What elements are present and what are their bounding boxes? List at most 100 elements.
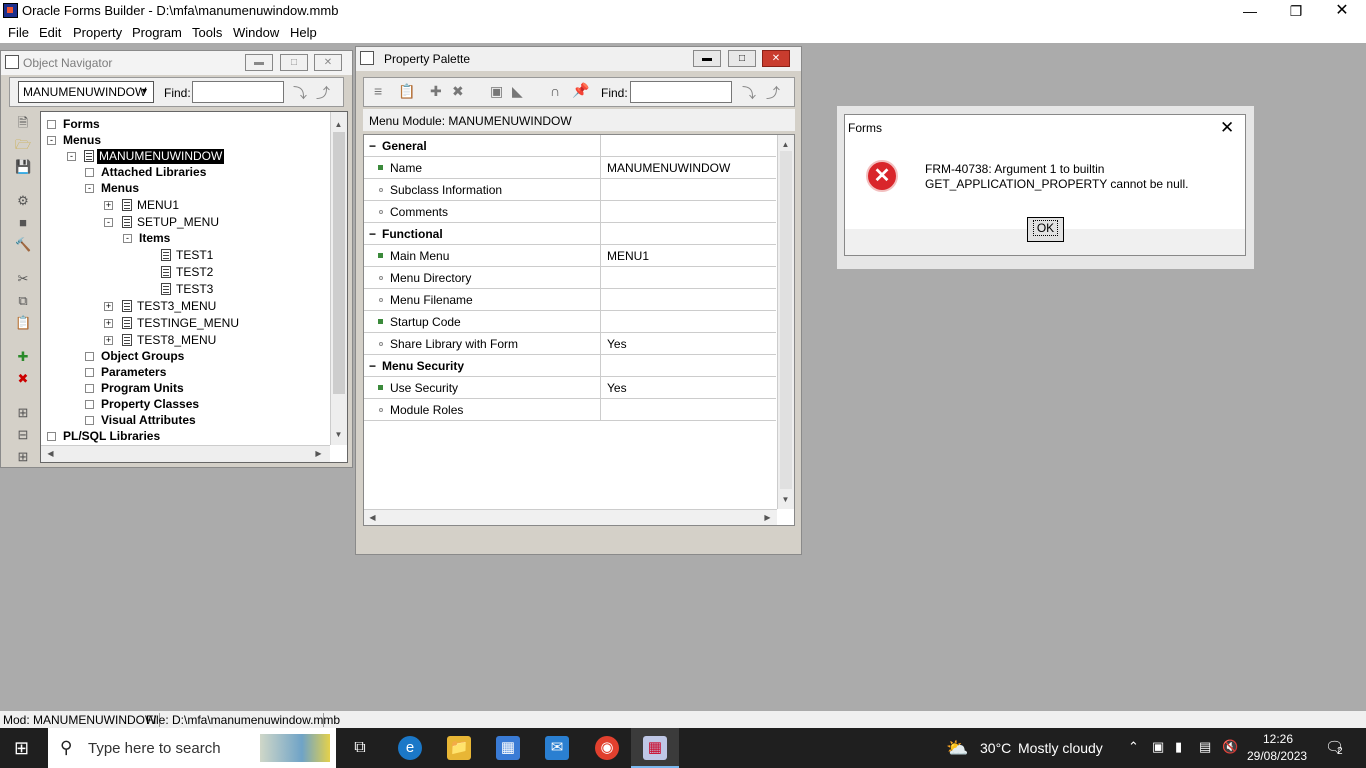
collapse-icon[interactable]: ⊟ [15, 427, 31, 443]
search-backward-icon[interactable]: ⤴ [766, 83, 780, 103]
navigator-module-combo[interactable]: MANUMENUWINDOW [18, 81, 154, 103]
collapse-toggle[interactable]: - [47, 136, 56, 145]
meet-now-icon[interactable]: ▣ [1152, 739, 1164, 755]
tree-node-plsql-libraries[interactable]: PL/SQL Libraries [63, 429, 160, 444]
inherit-icon[interactable]: ◣ [512, 83, 523, 100]
tree-node-testinge-menu[interactable]: TESTINGE_MENU [137, 316, 239, 331]
run-icon[interactable]: ⚙ [15, 193, 31, 209]
scroll-left-icon[interactable]: ◀ [365, 513, 380, 522]
minimize-icon[interactable]: — [1227, 0, 1273, 22]
tree-node-menus[interactable]: Menus [63, 133, 101, 148]
save-icon[interactable]: 💾 [15, 159, 31, 175]
clock-time[interactable]: 12:26 [1263, 732, 1293, 746]
tree-node-forms[interactable]: Forms [63, 117, 100, 132]
expand-toggle[interactable] [85, 416, 94, 425]
palette-maximize-button[interactable]: □ [728, 50, 756, 67]
property-row-name[interactable]: Name MANUMENUWINDOW [364, 157, 776, 179]
property-class-icon[interactable]: ▣ [490, 83, 503, 100]
scroll-thumb[interactable] [780, 151, 792, 489]
navigator-vertical-scrollbar[interactable]: ▲ ▼ [330, 112, 347, 445]
search-backward-icon[interactable]: ⤴ [316, 83, 330, 103]
tree-node-parameters[interactable]: Parameters [101, 365, 166, 380]
battery-icon[interactable]: ▮ [1175, 739, 1182, 755]
tree-node-test1[interactable]: TEST1 [176, 248, 213, 263]
expand-toggle[interactable] [85, 352, 94, 361]
expand-toggle[interactable]: + [104, 201, 113, 210]
menu-file[interactable]: File [8, 25, 29, 40]
search-forward-icon[interactable]: ⤵ [742, 83, 756, 103]
mail-icon[interactable]: ✉ [545, 736, 569, 760]
navigator-maximize-button[interactable]: □ [280, 54, 308, 71]
scroll-up-icon[interactable]: ▲ [331, 120, 346, 129]
paste-properties-icon[interactable]: 📋 [398, 83, 415, 100]
expand-toggle[interactable] [47, 120, 56, 129]
volume-muted-icon[interactable]: 🔇 [1222, 739, 1238, 755]
tree-node-attached-libraries[interactable]: Attached Libraries [101, 165, 206, 180]
copy-icon[interactable]: ⧉ [15, 293, 31, 309]
expand-icon[interactable]: ⊞ [15, 405, 31, 421]
freeze-pin-icon[interactable]: 📌 [572, 82, 589, 99]
tree-node-menus-sub[interactable]: Menus [101, 181, 139, 196]
tree-node-setup-menu[interactable]: SETUP_MENU [137, 215, 219, 230]
cut-icon[interactable]: ✂ [15, 271, 31, 287]
tree-node-program-units[interactable]: Program Units [101, 381, 184, 396]
collapse-section-icon[interactable]: − [369, 139, 376, 153]
close-icon[interactable]: ✕ [1319, 0, 1365, 22]
property-value[interactable]: MENU1 [607, 249, 649, 263]
section-menu-security[interactable]: − Menu Security [364, 355, 776, 377]
property-row-main-menu[interactable]: Main Menu MENU1 [364, 245, 776, 267]
property-row-menu-filename[interactable]: Menu Filename [364, 289, 776, 311]
chevron-up-icon[interactable]: ⌃ [1128, 739, 1139, 755]
scroll-left-icon[interactable]: ◀ [43, 449, 58, 458]
restore-icon[interactable]: ❐ [1273, 0, 1319, 22]
tree-node-test3-menu[interactable]: TEST3_MENU [137, 299, 216, 314]
ok-button[interactable]: OK [1027, 217, 1064, 242]
property-row-module-roles[interactable]: Module Roles [364, 399, 776, 421]
add-property-icon[interactable]: ✚ [430, 83, 442, 100]
create-icon[interactable]: ✚ [15, 349, 31, 365]
navigator-horizontal-scrollbar[interactable]: ◀ ▶ [41, 445, 330, 462]
dialog-close-icon[interactable]: ✕ [1220, 118, 1234, 138]
menu-edit[interactable]: Edit [39, 25, 61, 40]
windows-start-icon[interactable]: ⊞ [14, 738, 34, 758]
weather-description[interactable]: Mostly cloudy [1018, 740, 1103, 756]
expand-toggle[interactable] [47, 432, 56, 441]
property-row-subclass[interactable]: Subclass Information [364, 179, 776, 201]
scroll-down-icon[interactable]: ▼ [331, 430, 346, 439]
property-row-menu-directory[interactable]: Menu Directory [364, 267, 776, 289]
expand-all-icon[interactable]: ⊞ [15, 449, 31, 465]
microsoft-store-icon[interactable]: ▦ [496, 736, 520, 760]
expand-toggle[interactable] [85, 400, 94, 409]
property-row-share-library[interactable]: Share Library with Form Yes [364, 333, 776, 355]
tree-node-visual-attributes[interactable]: Visual Attributes [101, 413, 196, 428]
menu-property[interactable]: Property [73, 25, 122, 40]
navigator-minimize-button[interactable]: ▬ [245, 54, 273, 71]
tree-node-test3[interactable]: TEST3 [176, 282, 213, 297]
palette-horizontal-scrollbar[interactable]: ◀ ▶ [364, 509, 777, 525]
scroll-thumb[interactable] [333, 132, 345, 394]
property-row-use-security[interactable]: Use Security Yes [364, 377, 776, 399]
expand-toggle[interactable] [85, 368, 94, 377]
delete-property-icon[interactable]: ✖ [452, 83, 464, 100]
section-general[interactable]: − General [364, 135, 776, 157]
collapse-toggle[interactable]: - [85, 184, 94, 193]
collapse-section-icon[interactable]: − [369, 227, 376, 241]
search-forward-icon[interactable]: ⤵ [293, 83, 307, 103]
navigator-close-button[interactable]: ✕ [314, 54, 342, 71]
intersection-union-icon[interactable]: ∩ [550, 83, 560, 99]
delete-icon[interactable]: ✖ [15, 371, 31, 387]
palette-vertical-scrollbar[interactable]: ▲ ▼ [777, 135, 794, 509]
menu-program[interactable]: Program [132, 25, 182, 40]
navigator-find-input[interactable] [192, 81, 284, 103]
expand-toggle[interactable]: + [104, 302, 113, 311]
expand-toggle[interactable]: + [104, 319, 113, 328]
tree-node-menu1[interactable]: MENU1 [137, 198, 179, 213]
expand-toggle[interactable] [85, 384, 94, 393]
palette-minimize-button[interactable]: ▬ [693, 50, 721, 67]
palette-close-button[interactable]: ✕ [762, 50, 790, 67]
new-file-icon[interactable]: 🗎 [15, 115, 31, 131]
menu-tools[interactable]: Tools [192, 25, 222, 40]
tree-node-test8-menu[interactable]: TEST8_MENU [137, 333, 216, 348]
debug-icon[interactable]: 🔨 [15, 237, 31, 253]
expand-toggle[interactable]: + [104, 336, 113, 345]
